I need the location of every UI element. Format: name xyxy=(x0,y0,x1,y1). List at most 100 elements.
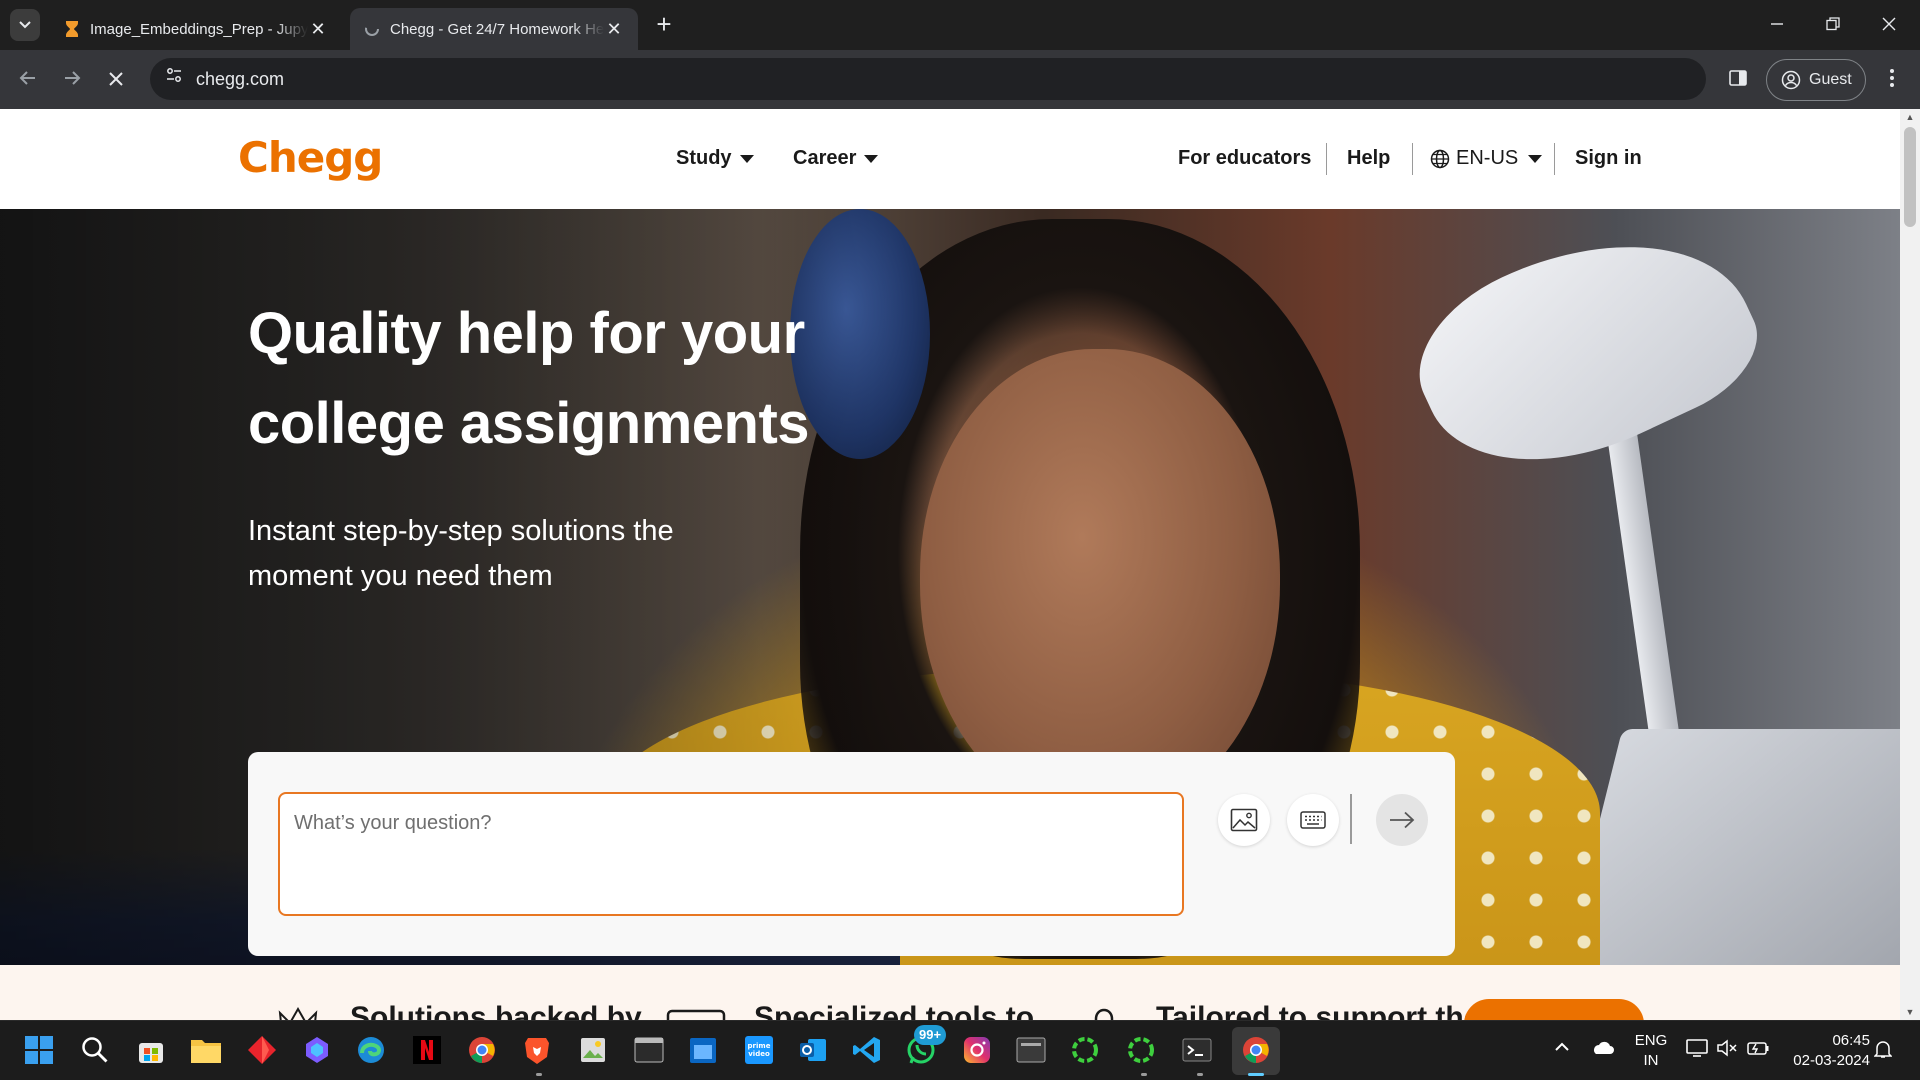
upload-image-button[interactable] xyxy=(1218,794,1270,846)
browser-tab-chegg[interactable]: Chegg - Get 24/7 Homework Help ✕ xyxy=(350,8,638,50)
account-icon xyxy=(1781,70,1801,90)
hourglass-icon xyxy=(66,21,78,37)
more-menu-icon[interactable] xyxy=(1880,66,1904,94)
calculator-icon xyxy=(666,1009,726,1020)
clock-time: 06:45 xyxy=(1832,1032,1870,1049)
close-tab-icon[interactable]: ✕ xyxy=(604,19,624,40)
scroll-up-arrow-icon[interactable]: ▲ xyxy=(1900,109,1920,125)
caret-down-icon xyxy=(739,154,754,163)
url-text: chegg.com xyxy=(196,69,285,89)
browser-tab-bar: Image_Embeddings_Prep - Jupyter ✕ Chegg … xyxy=(0,0,1920,50)
scroll-down-arrow-icon[interactable]: ▼ xyxy=(1900,1004,1920,1020)
hero-title: Quality help for your college assignment… xyxy=(248,301,810,456)
remote-desktop-icon[interactable] xyxy=(1014,1033,1048,1067)
caret-down-icon xyxy=(1528,154,1543,163)
tab-search-button[interactable] xyxy=(10,9,40,41)
loading-icon xyxy=(365,22,379,36)
file-explorer-icon[interactable] xyxy=(189,1033,223,1067)
profile-button[interactable]: Guest xyxy=(1766,59,1866,101)
nav-divider xyxy=(1412,143,1413,175)
keyboard-icon xyxy=(1300,811,1326,829)
instagram-icon[interactable] xyxy=(960,1033,994,1067)
chevron-up-icon[interactable] xyxy=(1554,1039,1570,1057)
system-clock[interactable]: 06:45 02-03-2024 xyxy=(1780,1031,1870,1071)
ruby-app-icon[interactable] xyxy=(245,1033,279,1067)
window-close-icon[interactable] xyxy=(1866,8,1912,42)
nav-divider xyxy=(1554,143,1555,175)
new-tab-button[interactable]: + xyxy=(650,10,678,38)
tab-title: Image_Embeddings_Prep - Jupyter xyxy=(90,20,308,38)
svg-text:video: video xyxy=(748,1050,770,1058)
search-divider xyxy=(1350,794,1352,844)
site-header: Chegg Study Career For educators Help EN… xyxy=(0,109,1900,209)
sign-in-link[interactable]: Sign in xyxy=(1575,147,1642,170)
chegg-logo[interactable]: Chegg xyxy=(238,133,383,182)
question-search-card xyxy=(248,752,1455,956)
language-code: ENG xyxy=(1634,1032,1668,1049)
image-icon xyxy=(1230,808,1258,832)
brave-icon[interactable] xyxy=(520,1033,554,1067)
prime-video-icon[interactable]: prime video xyxy=(742,1033,776,1067)
onedrive-icon[interactable] xyxy=(1590,1039,1614,1060)
crown-icon xyxy=(278,1006,318,1020)
sync-app-2-icon[interactable] xyxy=(1124,1033,1158,1067)
netflix-icon[interactable] xyxy=(410,1033,444,1067)
chrome-active-icon[interactable] xyxy=(1239,1033,1273,1067)
close-tab-icon[interactable]: ✕ xyxy=(308,19,328,40)
math-keyboard-button[interactable] xyxy=(1287,794,1339,846)
chrome-icon[interactable] xyxy=(465,1033,499,1067)
vscode-icon[interactable] xyxy=(850,1033,884,1067)
browser-tab-jupyter[interactable]: Image_Embeddings_Prep - Jupyter ✕ xyxy=(50,8,342,50)
hero-section: Quality help for your college assignment… xyxy=(0,209,1900,965)
restore-icon[interactable] xyxy=(1810,8,1856,42)
battery-icon[interactable] xyxy=(1746,1039,1770,1062)
scrollbar-thumb[interactable] xyxy=(1904,127,1916,227)
backpack-icon xyxy=(1094,1008,1114,1020)
input-language[interactable]: ENG IN xyxy=(1628,1031,1674,1071)
address-bar[interactable]: chegg.com xyxy=(150,58,1706,100)
network-icon[interactable] xyxy=(1686,1039,1708,1062)
forward-arrow-icon[interactable] xyxy=(54,62,90,98)
notifications-bell-icon[interactable] xyxy=(1873,1039,1893,1064)
copilot-icon[interactable] xyxy=(300,1033,334,1067)
feature-title: Tailored to support the xyxy=(1156,1001,1481,1020)
feature-title: Solutions backed by xyxy=(350,1001,642,1020)
terminal-icon[interactable] xyxy=(1180,1033,1214,1067)
nav-study-label: Study xyxy=(676,147,732,169)
globe-icon xyxy=(1430,149,1450,168)
caret-down-icon xyxy=(864,154,879,163)
minimize-icon[interactable] xyxy=(1754,8,1800,42)
nav-help[interactable]: Help xyxy=(1347,147,1390,170)
question-input[interactable] xyxy=(278,792,1184,916)
submit-question-button[interactable] xyxy=(1376,794,1428,846)
edge-icon[interactable] xyxy=(354,1033,388,1067)
image-viewer-icon[interactable] xyxy=(576,1033,610,1067)
nav-career[interactable]: Career xyxy=(793,147,879,170)
nav-career-label: Career xyxy=(793,147,857,169)
sync-app-icon[interactable] xyxy=(1068,1033,1102,1067)
cta-button[interactable] xyxy=(1464,999,1644,1020)
site-info-icon[interactable] xyxy=(162,67,186,91)
volume-muted-icon[interactable] xyxy=(1716,1039,1738,1062)
profile-label: Guest xyxy=(1809,71,1852,88)
page-scrollbar[interactable]: ▲ ▼ xyxy=(1900,109,1920,1020)
microsoft-store-icon[interactable] xyxy=(134,1033,168,1067)
outlook-icon[interactable] xyxy=(796,1033,830,1067)
windows-taskbar: prime video 99+ ENG IN 06:45 02-03-2024 xyxy=(0,1020,1920,1080)
clock-date: 02-03-2024 xyxy=(1793,1052,1870,1069)
notification-badge: 99+ xyxy=(914,1025,947,1045)
search-icon[interactable] xyxy=(78,1033,112,1067)
nav-for-educators[interactable]: For educators xyxy=(1178,147,1311,170)
nav-study[interactable]: Study xyxy=(676,147,754,170)
back-arrow-icon[interactable] xyxy=(10,62,46,98)
language-label: EN-US xyxy=(1456,147,1519,169)
language-selector[interactable]: EN-US xyxy=(1430,147,1543,170)
arrow-right-icon xyxy=(1390,811,1415,829)
feature-title: Specialized tools to xyxy=(754,1001,1035,1020)
windows-start-icon[interactable] xyxy=(22,1033,56,1067)
stop-loading-icon[interactable] xyxy=(98,62,134,98)
calendar-app-icon[interactable] xyxy=(686,1033,720,1067)
terminal-window-icon[interactable] xyxy=(632,1033,666,1067)
svg-text:prime: prime xyxy=(748,1042,771,1050)
side-panel-icon[interactable] xyxy=(1724,66,1752,94)
